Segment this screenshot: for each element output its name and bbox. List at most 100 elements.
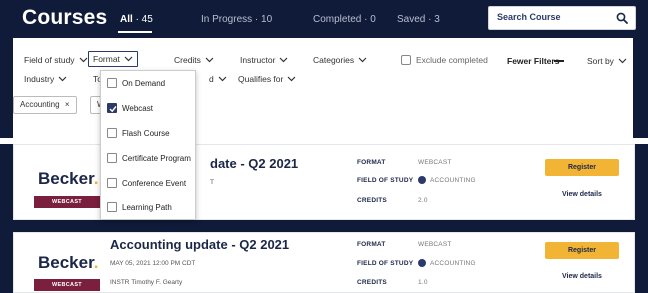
option-checkbox-checked[interactable] [107, 103, 117, 113]
filter-instructor[interactable]: Instructor [240, 55, 288, 65]
becker-logo: Becker. [38, 253, 99, 273]
credits-label: CREDITS [357, 197, 387, 204]
option-checkbox[interactable] [107, 78, 117, 88]
becker-logo: Becker. [38, 169, 99, 189]
sort-by-label: Sort by [587, 56, 614, 66]
tab-all-count: · 45 [135, 14, 153, 25]
page-title: Courses [22, 6, 108, 29]
format-option-conference-event[interactable]: Conference Event [107, 178, 186, 188]
option-checkbox[interactable] [107, 153, 117, 163]
register-button[interactable]: Register [545, 159, 619, 176]
course-title[interactable]: Accounting update - Q2 2021 [110, 237, 289, 252]
filter-field-of-study[interactable]: Field of study [24, 55, 88, 65]
format-option-webcast[interactable]: Webcast [107, 103, 153, 113]
credits-value: 1.0 [418, 279, 428, 286]
option-label: Webcast [122, 103, 153, 113]
minus-icon [554, 60, 564, 62]
option-checkbox[interactable] [107, 128, 117, 138]
tab-in-progress-count: · 10 [254, 14, 273, 25]
tab-completed[interactable]: Completed · 0 [313, 14, 376, 25]
chip-label: Accounting [20, 100, 60, 109]
option-label: Certificate Program [122, 153, 191, 163]
format-option-on-demand[interactable]: On Demand [107, 78, 165, 88]
sort-by-dropdown[interactable]: Sort by [587, 56, 627, 66]
tab-saved-count: · 3 [428, 14, 440, 25]
filter-qualifies-for-label: Qualifies for [238, 74, 284, 84]
tab-saved-label: Saved [397, 14, 426, 25]
format-value: WEBCAST [418, 241, 452, 248]
option-label: On Demand [122, 78, 166, 88]
view-details-link[interactable]: View details [562, 273, 602, 280]
register-button[interactable]: Register [545, 242, 619, 259]
tab-all-label: All [120, 14, 133, 25]
option-label: Flash Course [122, 128, 170, 138]
format-option-learning-path[interactable]: Learning Path [107, 202, 172, 212]
filter-categories[interactable]: Categories [313, 55, 367, 65]
search-icon[interactable] [616, 12, 628, 24]
filter-chip-accounting[interactable]: Accounting × [13, 96, 77, 114]
logo-dot: . [93, 253, 99, 272]
option-checkbox[interactable] [107, 202, 117, 212]
format-label: FORMAT [357, 159, 386, 166]
tab-in-progress[interactable]: In Progress · 10 [201, 14, 272, 25]
format-badge: WEBCAST [34, 196, 100, 208]
format-badge: WEBCAST [34, 279, 100, 291]
tab-completed-label: Completed [313, 14, 362, 25]
chevron-down-icon [280, 57, 288, 63]
filter-format[interactable]: Format [88, 51, 138, 67]
filter-instructor-label: Instructor [240, 55, 276, 65]
tab-all[interactable]: All · 45 [120, 14, 153, 25]
option-label: Learning Path [122, 202, 172, 212]
option-checkbox[interactable] [107, 178, 117, 188]
chevron-down-icon [79, 57, 87, 63]
tab-in-progress-label: In Progress [201, 14, 253, 25]
chevron-down-icon [124, 56, 133, 62]
field-of-study-value: ACCOUNTING [418, 259, 476, 267]
filter-field-of-study-label: Field of study [24, 55, 75, 65]
field-of-study-label: FIELD OF STUDY [357, 260, 414, 267]
view-details-link[interactable]: View details [562, 191, 602, 198]
course-date: T [210, 179, 214, 186]
course-instructor: INSTR Timothy F. Gearty [110, 279, 183, 286]
filter-qualifies-for[interactable]: Qualifies for [238, 74, 296, 84]
logo-text: Becker [38, 169, 94, 188]
course-card: Becker. WEBCAST Accounting update - Q2 2… [13, 232, 635, 293]
category-dot-icon [418, 176, 426, 184]
format-option-flash-course[interactable]: Flash Course [107, 128, 170, 138]
header: Courses All · 45 In Progress · 10 Comple… [0, 0, 648, 38]
format-option-certificate-program[interactable]: Certificate Program [107, 153, 191, 163]
exclude-completed-toggle[interactable]: Exclude completed [401, 55, 488, 65]
checkmark-icon [109, 106, 117, 113]
field-of-study-text: ACCOUNTING [430, 259, 476, 267]
filter-format-label: Format [93, 54, 120, 64]
filter-hidden-partial[interactable]: d [209, 74, 227, 84]
close-icon[interactable]: × [65, 100, 70, 109]
field-of-study-value: ACCOUNTING [418, 176, 476, 184]
field-of-study-text: ACCOUNTING [430, 176, 476, 184]
course-date: MAY 05, 2021 12:00 PM CDT [110, 260, 196, 267]
exclude-completed-checkbox[interactable] [401, 55, 411, 65]
tab-saved[interactable]: Saved · 3 [397, 14, 440, 25]
filter-industry-label: Industry [24, 74, 55, 84]
credits-value: 2.0 [418, 197, 428, 204]
filter-credits[interactable]: Credits [174, 55, 214, 65]
format-label: FORMAT [357, 241, 386, 248]
field-of-study-label: FIELD OF STUDY [357, 177, 414, 184]
exclude-completed-label: Exclude completed [416, 55, 488, 65]
format-dropdown-menu: On Demand Webcast Flash Course Certifica… [100, 70, 196, 220]
active-tab-indicator [118, 31, 152, 33]
filter-industry[interactable]: Industry [24, 74, 67, 84]
search-input[interactable] [497, 12, 607, 22]
filter-credits-label: Credits [174, 55, 201, 65]
search-box[interactable] [488, 6, 636, 30]
chevron-down-icon [618, 58, 627, 64]
fewer-filters-button[interactable]: Fewer Filters [507, 56, 559, 66]
credits-label: CREDITS [357, 279, 387, 286]
filter-categories-label: Categories [313, 55, 355, 65]
format-value: WEBCAST [418, 159, 452, 166]
tab-completed-count: · 0 [364, 14, 376, 25]
filter-hidden-label: d [209, 74, 214, 84]
chevron-down-icon [287, 76, 296, 82]
course-title[interactable]: date - Q2 2021 [210, 156, 298, 171]
chevron-down-icon [358, 57, 367, 63]
